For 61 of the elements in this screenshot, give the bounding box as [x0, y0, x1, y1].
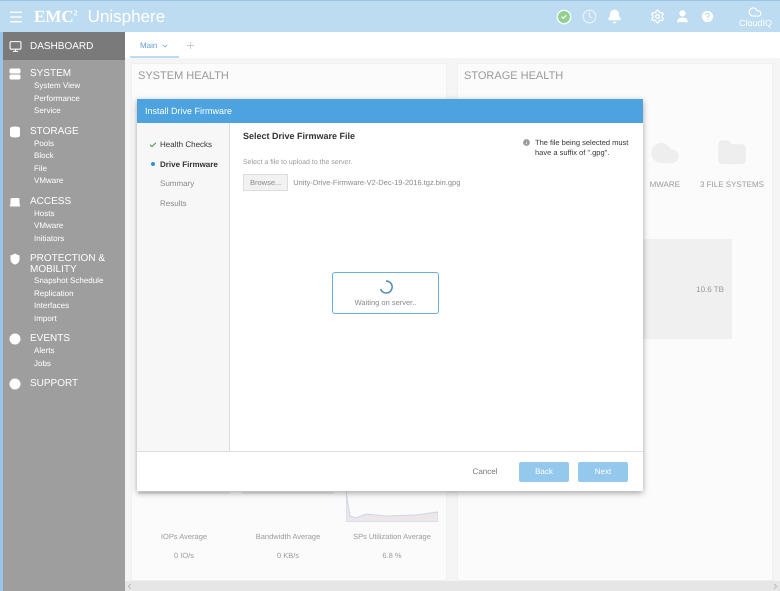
- horizontal-scrollbar[interactable]: [125, 581, 780, 591]
- user-icon[interactable]: [674, 9, 690, 24]
- section-icon: [9, 253, 21, 265]
- sidebar-item[interactable]: File: [9, 162, 125, 175]
- sidebar-section-title[interactable]: ACCESS: [30, 196, 110, 206]
- dashboard-nav-item[interactable]: DASHBOARD: [3, 32, 125, 60]
- sidebar-item[interactable]: VMware: [9, 220, 125, 232]
- sidebar-item[interactable]: System View: [9, 80, 125, 92]
- section-icon: [9, 196, 21, 208]
- cloud-icon[interactable]: [748, 5, 762, 19]
- check-circle-icon[interactable]: [556, 8, 572, 24]
- wizard-step[interactable]: Summary: [137, 174, 229, 194]
- sidebar-item[interactable]: Pools: [9, 138, 125, 150]
- sidebar-item[interactable]: Interfaces: [9, 300, 125, 312]
- sidebar-item[interactable]: Performance: [9, 92, 125, 105]
- scroll-left-icon[interactable]: [125, 582, 134, 590]
- sidebar-section-title[interactable]: EVENTS: [30, 333, 110, 344]
- product-name: Unisphere: [88, 6, 166, 26]
- storage-label: MWARE: [650, 180, 680, 189]
- card-title: SYSTEM HEALTH: [137, 69, 230, 84]
- storage-label: 3 FILE SYSTEMS: [700, 180, 764, 189]
- wizard-step[interactable]: Health Checks: [137, 135, 229, 154]
- wizard-step[interactable]: Results: [137, 194, 229, 213]
- scroll-right-icon[interactable]: [771, 582, 780, 590]
- sidebar-section-title[interactable]: STORAGE: [30, 126, 110, 136]
- sidebar-item[interactable]: Import: [9, 312, 125, 325]
- section-heading: Select Drive Firmware File: [243, 131, 356, 141]
- section-icon: [9, 126, 21, 138]
- wizard-step[interactable]: Drive Firmware: [137, 154, 229, 174]
- menu-icon[interactable]: [8, 8, 24, 24]
- section-icon: [9, 68, 21, 80]
- sidebar-item[interactable]: Initiators: [9, 232, 125, 245]
- sidebar-section-title[interactable]: SYSTEM: [30, 68, 110, 79]
- settings-icon[interactable]: [650, 9, 665, 24]
- sidebar-item[interactable]: Alerts: [9, 345, 125, 358]
- sidebar-section-title[interactable]: PROTECTION & MOBILITY: [30, 253, 110, 275]
- dialog-title: Install Drive Firmware: [137, 99, 643, 123]
- card-title: STORAGE HEALTH: [463, 69, 564, 84]
- check-icon: [149, 140, 157, 149]
- sidebar-item[interactable]: Snapshot Schedule: [9, 275, 125, 288]
- sidebar-item[interactable]: Block: [9, 150, 125, 162]
- sidebar-item[interactable]: Jobs: [9, 358, 125, 370]
- logo: EMC$^{2}$: [34, 6, 78, 26]
- section-icon: [9, 333, 21, 345]
- monitor-icon: [9, 40, 22, 52]
- add-tab-icon[interactable]: [185, 40, 196, 51]
- sidebar-section-title[interactable]: SUPPORT: [30, 378, 110, 389]
- dot-icon: [151, 162, 155, 166]
- clock-icon[interactable]: [582, 9, 597, 24]
- capacity-reading: 10.6 TB: [696, 284, 724, 294]
- sidebar-item[interactable]: Replication: [9, 288, 125, 300]
- cancel-button[interactable]: Cancel: [460, 462, 510, 482]
- help-icon[interactable]: [700, 9, 715, 24]
- sidebar-item[interactable]: Hosts: [9, 208, 125, 220]
- section-icon: [9, 378, 21, 390]
- sidebar-item[interactable]: VMware: [9, 175, 125, 188]
- spinner-icon: [378, 280, 392, 294]
- cloud-label[interactable]: CloudIQ: [738, 19, 772, 28]
- sidebar-item[interactable]: Service: [9, 105, 125, 118]
- bell-icon[interactable]: [606, 9, 622, 24]
- info-icon: [522, 138, 531, 147]
